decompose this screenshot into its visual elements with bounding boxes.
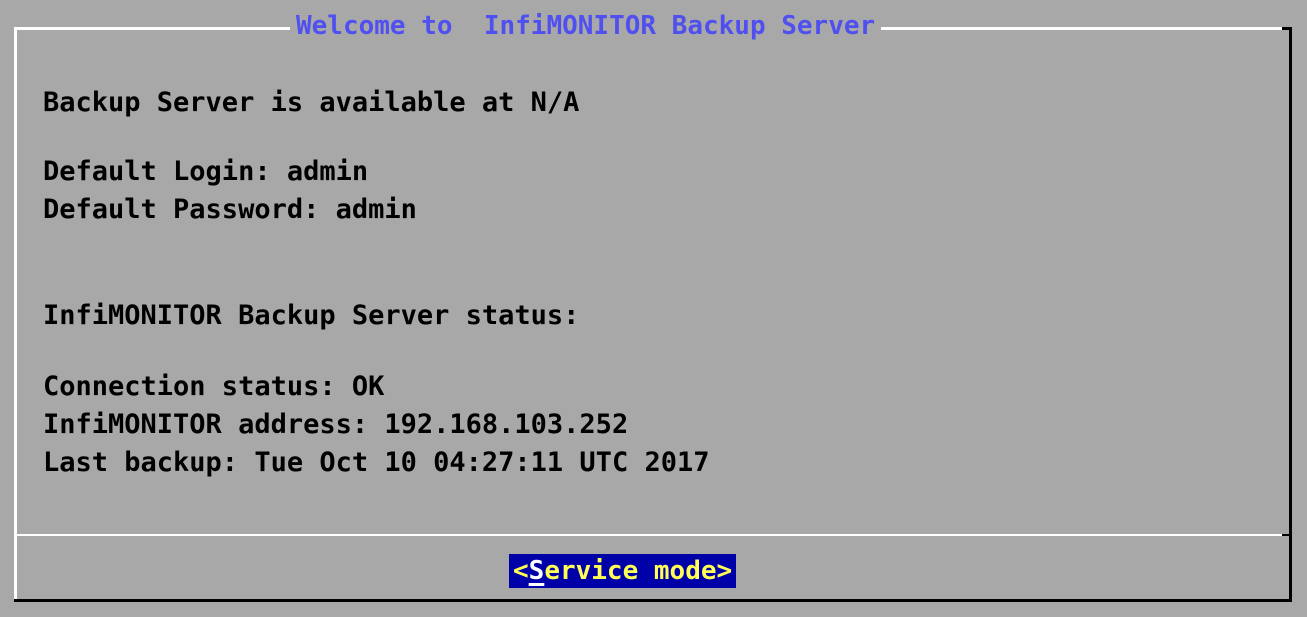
button-open-bracket: < [513,556,529,586]
status-heading: InfiMONITOR Backup Server status: [43,300,580,331]
frame-left-border [14,27,17,602]
button-label: ervice mode [544,556,717,586]
service-mode-button[interactable]: <Service mode> [509,554,737,588]
frame-bottom-border [14,599,1292,602]
button-divider [14,534,1292,536]
default-login-text: Default Login: admin [43,156,369,187]
availability-text: Backup Server is available at N/A [43,87,580,118]
last-backup-text: Last backup: Tue Oct 10 04:27:11 UTC 201… [43,447,710,478]
welcome-dialog: Welcome to InfiMONITOR Backup Server Bac… [0,0,1307,617]
frame-corner [1282,27,1292,30]
frame-right-border [1289,27,1292,602]
button-close-bracket: > [716,556,733,586]
monitor-address-text: InfiMONITOR address: 192.168.103.252 [43,409,629,440]
default-password-text: Default Password: admin [43,194,417,225]
connection-status-text: Connection status: OK [43,371,385,402]
button-divider-shadow [1282,534,1292,536]
dialog-title: Welcome to InfiMONITOR Backup Server [290,8,882,44]
button-hotkey: S [528,556,545,586]
